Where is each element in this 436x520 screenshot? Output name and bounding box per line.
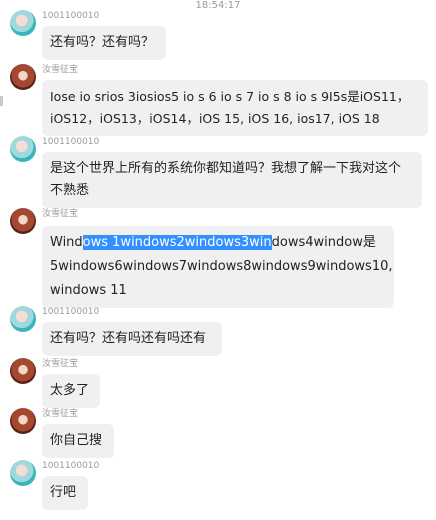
message-text: Wind [50, 235, 83, 250]
sender-name: 汝雪征宝 [42, 359, 79, 369]
chat-message: 汝雪征宝 太多了 [10, 358, 430, 408]
message-text: 还有吗？还有吗还有吗还有 [50, 331, 207, 346]
avatar[interactable] [10, 408, 36, 434]
chat-message: 1001100010 还有吗？还有吗？ [10, 10, 430, 60]
chat-message: 汝雪征宝 你自己搜 [10, 408, 430, 458]
chat-message: 1001100010 还有吗？还有吗还有吗还有 [10, 306, 430, 356]
sender-name: 1001100010 [42, 137, 100, 147]
sender-name: 汝雪征宝 [42, 209, 79, 219]
message-text: dows4window是 [271, 235, 376, 250]
message-bubble[interactable]: 是这个世界上所有的系统你都知道吗？我想了解一下我对这个 不熟悉 [42, 152, 422, 208]
sender-name: 1001100010 [42, 461, 100, 471]
message-bubble[interactable]: 你自己搜 [42, 424, 114, 458]
chat-message: 汝雪征宝 Iose io srios 3iosios5 io s 6 io s … [10, 64, 430, 136]
message-bubble[interactable]: Windows 1windows2windows3windows4window是… [42, 226, 394, 308]
avatar[interactable] [10, 64, 36, 90]
avatar[interactable] [10, 136, 36, 162]
avatar[interactable] [10, 358, 36, 384]
message-bubble[interactable]: 还有吗？还有吗？ [42, 26, 166, 60]
message-text-line: 不熟悉 [50, 183, 90, 198]
sender-name: 汝雪征宝 [42, 409, 79, 419]
message-bubble[interactable]: 行吧 [42, 476, 88, 510]
chat-message: 1001100010 是这个世界上所有的系统你都知道吗？我想了解一下我对这个 不… [10, 136, 430, 208]
message-bubble[interactable]: Iose io srios 3iosios5 io s 6 io s 7 io … [42, 80, 428, 136]
chat-message: 1001100010 行吧 [10, 460, 430, 510]
avatar[interactable] [10, 208, 36, 234]
message-text: 太多了 [50, 383, 90, 398]
message-text-line: 5windows6windows7windows8windows9windows… [50, 259, 393, 274]
avatar[interactable] [10, 10, 36, 36]
message-text: 行吧 [50, 485, 77, 500]
message-bubble[interactable]: 太多了 [42, 374, 100, 408]
selected-text[interactable]: ows 1windows2windows3win [82, 235, 272, 250]
message-bubble[interactable]: 还有吗？还有吗还有吗还有 [42, 322, 222, 356]
sender-name: 1001100010 [42, 11, 100, 21]
message-text-line: Iose io srios 3iosios5 io s 6 io s 7 io … [50, 89, 410, 104]
message-text-line: iOS12，iOS13，iOS14，iOS 15, iOS 16, ios17,… [50, 111, 380, 126]
window-edge-handle [0, 96, 3, 106]
sender-name: 1001100010 [42, 307, 100, 317]
message-text-line: windows 11 [50, 283, 127, 298]
avatar[interactable] [10, 460, 36, 486]
message-text: 你自己搜 [50, 433, 103, 448]
sender-name: 汝雪征宝 [42, 65, 79, 75]
chat-message: 汝雪征宝 Windows 1windows2windows3windows4wi… [10, 208, 430, 308]
message-text: 还有吗？还有吗？ [50, 35, 155, 50]
avatar[interactable] [10, 306, 36, 332]
chat-window: 18:54:17 1001100010 还有吗？还有吗？ 汝雪征宝 Iose i… [0, 0, 436, 520]
message-text-line: 是这个世界上所有的系统你都知道吗？我想了解一下我对这个 [50, 161, 402, 176]
message-text-line: Windows 1windows2windows3windows4window是 [50, 231, 386, 255]
